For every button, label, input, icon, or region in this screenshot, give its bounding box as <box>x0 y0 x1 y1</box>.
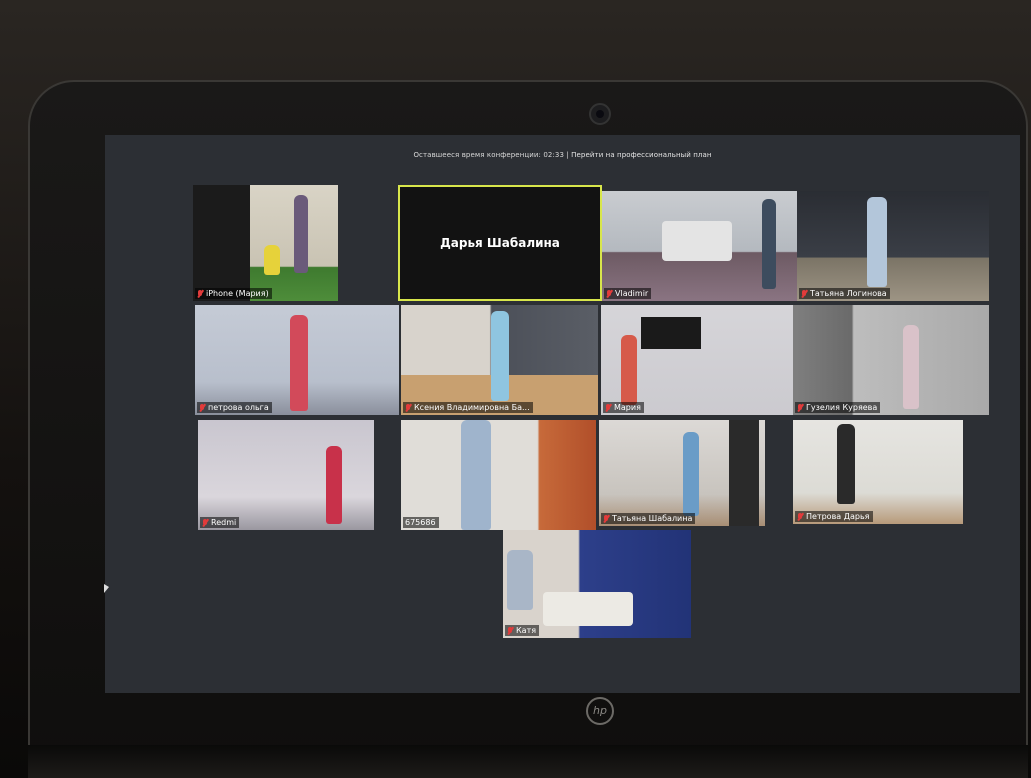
participant-name-tag: Татьяна Логинова <box>799 288 890 299</box>
video-tile-tatiana-shabalina[interactable]: Татьяна Шабалина <box>599 420 765 526</box>
bookshelf <box>729 420 759 526</box>
mic-muted-icon <box>801 289 807 298</box>
participant-figure <box>867 197 887 287</box>
participant-figure <box>903 325 919 409</box>
webcam-icon <box>589 103 611 125</box>
participant-figure <box>683 432 699 516</box>
laptop-base <box>28 745 1028 778</box>
mic-muted-icon <box>606 289 612 298</box>
participant-name: Татьяна Логинова <box>810 289 887 298</box>
participant-name: петрова ольга <box>208 403 269 412</box>
mouse-cursor-icon <box>104 584 109 593</box>
video-tile-vladimir[interactable]: Vladimir <box>602 191 797 301</box>
upgrade-plan-link[interactable]: Перейти на профессиональный план <box>571 151 711 159</box>
participant-name: 675686 <box>405 518 436 527</box>
participant-name-tag: Катя <box>505 625 540 636</box>
video-feed <box>401 420 596 530</box>
participant-figure <box>507 550 533 610</box>
mic-muted-icon <box>605 403 611 412</box>
participant-name-tag: Redmi <box>200 517 240 528</box>
mic-muted-icon <box>797 512 803 521</box>
mic-muted-icon <box>202 518 208 527</box>
participant-figure <box>290 315 308 411</box>
video-feed <box>793 305 989 415</box>
participant-name-tag: Vladimir <box>604 288 652 299</box>
time-remaining-label: Оставшееся время конференции: 02:33 <box>413 151 565 159</box>
zoom-meeting-window: Оставшееся время конференции: 02:33 | Пе… <box>105 135 1020 693</box>
participant-name: Vladimir <box>615 289 649 298</box>
video-tile-675686[interactable]: 675686 <box>401 420 596 530</box>
video-feed <box>797 191 989 301</box>
participant-name: Мария <box>614 403 641 412</box>
mic-muted-icon <box>199 403 205 412</box>
video-feed <box>250 185 338 301</box>
participant-name-tag: 675686 <box>403 517 439 528</box>
video-feed <box>195 305 399 415</box>
participant-name-tag: Татьяна Шабалина <box>601 513 696 524</box>
participant-name-tag: петрова ольга <box>197 402 272 413</box>
participant-name: Татьяна Шабалина <box>612 514 693 523</box>
mic-muted-icon <box>405 403 411 412</box>
mic-muted-icon <box>797 403 803 412</box>
mic-muted-icon <box>507 626 513 635</box>
participant-name: Петрова Дарья <box>806 512 870 521</box>
participant-figure <box>621 335 637 405</box>
participant-figure <box>294 195 308 273</box>
participant-name-tag: Гузелия Куряева <box>795 402 881 413</box>
video-tile-darya-shabalina[interactable]: Дарья Шабалина <box>398 185 602 301</box>
video-tile-ksenia[interactable]: Ксения Владимировна Ба... <box>401 305 598 415</box>
video-feed <box>602 191 797 301</box>
video-feed <box>601 305 793 415</box>
video-tile-maria[interactable]: Мария <box>601 305 793 415</box>
video-tile-tatiana-loginova[interactable]: Татьяна Логинова <box>797 191 989 301</box>
participant-name: iPhone (Мария) <box>206 289 269 298</box>
video-feed <box>401 305 598 415</box>
participant-name: Гузелия Куряева <box>806 403 878 412</box>
participant-name: Ксения Владимировна Ба... <box>414 403 530 412</box>
participant-name-tag: Петрова Дарья <box>795 511 873 522</box>
mic-muted-icon <box>603 514 609 523</box>
background-sofa <box>543 592 633 626</box>
participant-name-tag: Мария <box>603 402 644 413</box>
participant-name-center: Дарья Шабалина <box>440 236 560 250</box>
participant-name-tag: iPhone (Мария) <box>195 288 272 299</box>
video-tile-guzelia-kuryaeva[interactable]: Гузелия Куряева <box>793 305 989 415</box>
participant-name: Redmi <box>211 518 237 527</box>
banner-separator: | <box>566 151 569 159</box>
video-tile-petrova-olga[interactable]: петрова ольга <box>195 305 399 415</box>
participant-figure <box>326 446 342 524</box>
participant-figure <box>491 311 509 401</box>
background-object <box>264 245 280 275</box>
video-feed <box>503 530 691 638</box>
participant-figure <box>762 199 776 289</box>
video-tile-katya[interactable]: Катя <box>503 530 691 638</box>
conference-time-banner: Оставшееся время конференции: 02:33 | Пе… <box>105 151 1020 159</box>
video-feed <box>198 420 374 530</box>
participant-figure <box>837 424 855 504</box>
video-tile-petrova-darya[interactable]: Петрова Дарья <box>793 420 963 524</box>
mic-muted-icon <box>197 289 203 298</box>
background-sofa <box>662 221 732 261</box>
video-tile-redmi[interactable]: Redmi <box>198 420 374 530</box>
tv-on-wall <box>641 317 701 349</box>
hp-logo-icon: hp <box>586 697 614 725</box>
participant-figure <box>461 420 491 530</box>
participant-name-tag: Ксения Владимировна Ба... <box>403 402 533 413</box>
video-feed <box>599 420 765 526</box>
video-feed <box>793 420 963 524</box>
video-tile-iphone-maria[interactable]: iPhone (Мария) <box>193 185 338 301</box>
participant-name: Катя <box>516 626 537 635</box>
